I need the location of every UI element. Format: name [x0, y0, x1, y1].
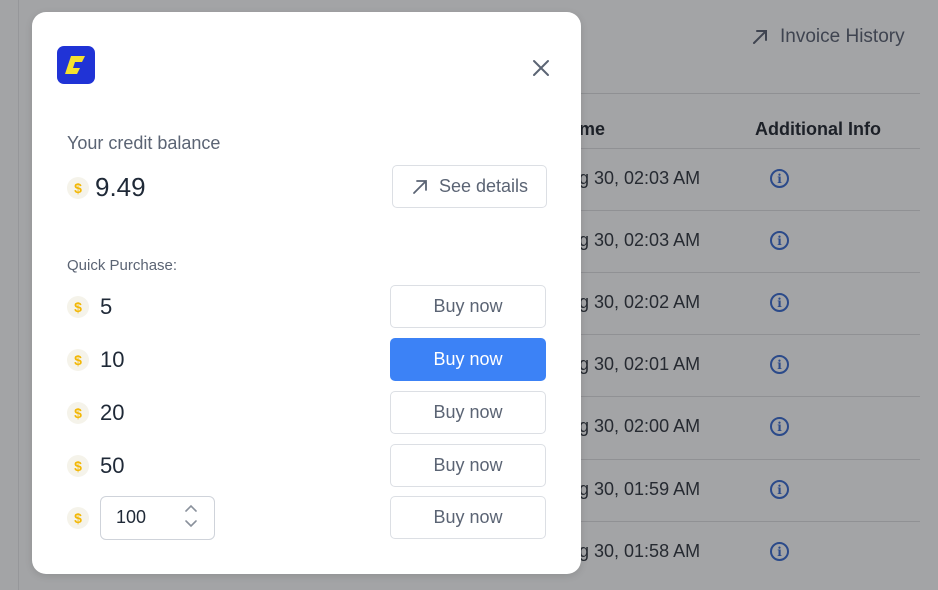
- buy-now-button[interactable]: Buy now: [390, 391, 546, 434]
- chevron-up-icon[interactable]: [184, 503, 198, 513]
- buy-now-button[interactable]: Buy now: [390, 338, 546, 381]
- arrow-up-right-icon: [413, 179, 427, 194]
- info-icon[interactable]: i: [770, 355, 789, 374]
- invoice-history-link[interactable]: Invoice History: [750, 26, 905, 48]
- brand-logo-mark: [65, 56, 85, 74]
- custom-amount-value: 100: [116, 507, 147, 527]
- close-button[interactable]: [529, 56, 553, 80]
- purchase-option: $ 20 Buy now: [67, 391, 547, 434]
- purchase-amount: 5: [100, 293, 113, 319]
- buy-now-button[interactable]: Buy now: [390, 444, 546, 487]
- purchase-amount: 10: [100, 346, 125, 372]
- row-time: g 30, 02:03 AM: [579, 230, 701, 250]
- row-time: g 30, 01:59 AM: [579, 479, 701, 499]
- custom-amount-stepper[interactable]: 100: [100, 495, 215, 540]
- credit-balance: $ 9.49: [67, 172, 146, 203]
- info-icon[interactable]: i: [770, 169, 789, 188]
- row-time: g 30, 01:58 AM: [579, 541, 701, 561]
- purchase-amount: 50: [100, 452, 125, 478]
- purchase-option: $ 5 Buy now: [67, 285, 547, 328]
- quick-purchase-label: Quick Purchase:: [67, 257, 178, 274]
- row-time: g 30, 02:03 AM: [579, 168, 701, 188]
- credit-balance-value: 9.49: [95, 172, 146, 202]
- invoice-history-label: Invoice History: [780, 26, 905, 47]
- info-icon[interactable]: i: [770, 542, 789, 561]
- purchase-option: $ 10 Buy now: [67, 338, 547, 381]
- credit-balance-label: Your credit balance: [67, 133, 221, 153]
- coin-icon: $: [67, 176, 89, 199]
- column-header-additional-info: Additional Info: [755, 119, 881, 139]
- coin-icon: $: [67, 295, 89, 318]
- arrow-up-right-icon: [753, 30, 767, 44]
- purchase-amount: 20: [100, 399, 125, 425]
- coin-icon: $: [67, 401, 89, 424]
- credit-purchase-modal: Your credit balance $ 9.49 See details Q…: [32, 12, 581, 574]
- custom-purchase-option: $ 100 Buy now: [67, 495, 547, 540]
- info-icon[interactable]: i: [770, 231, 789, 250]
- stepper-controls: [184, 503, 198, 529]
- purchase-option: $ 50 Buy now: [67, 444, 547, 487]
- coin-icon: $: [67, 454, 89, 477]
- buy-now-button[interactable]: Buy now: [390, 496, 546, 539]
- see-details-button[interactable]: See details: [392, 165, 547, 208]
- row-time: g 30, 02:01 AM: [579, 354, 701, 374]
- coin-icon: $: [67, 506, 89, 529]
- buy-now-button[interactable]: Buy now: [390, 285, 546, 328]
- row-time: g 30, 02:00 AM: [579, 416, 701, 436]
- close-icon: [533, 60, 549, 76]
- see-details-label: See details: [438, 176, 529, 196]
- chevron-down-icon[interactable]: [184, 519, 198, 529]
- column-header-time: me: [579, 119, 606, 139]
- info-icon[interactable]: i: [770, 417, 789, 436]
- row-time: g 30, 02:02 AM: [579, 292, 701, 312]
- info-icon[interactable]: i: [770, 293, 789, 312]
- coin-icon: $: [67, 348, 89, 371]
- brand-logo-icon: [57, 46, 95, 84]
- info-icon[interactable]: i: [770, 480, 789, 499]
